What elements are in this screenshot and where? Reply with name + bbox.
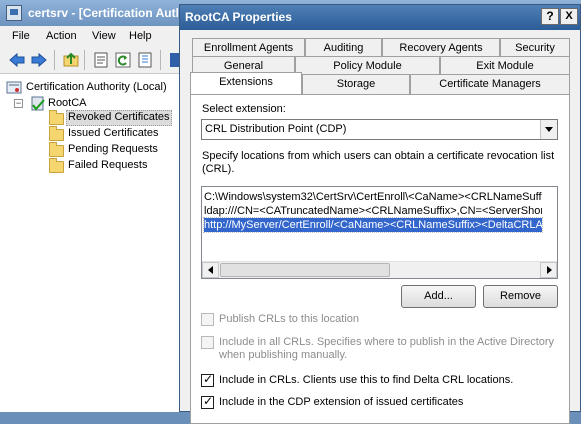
- publish-crls-label: Publish CRLs to this location: [219, 313, 360, 325]
- tab-extensions[interactable]: Extensions: [190, 72, 302, 94]
- forward-arrow-icon[interactable]: [30, 51, 48, 69]
- tab-enrollment-agents[interactable]: Enrollment Agents: [192, 38, 305, 58]
- tree-node-issued-certificates[interactable]: Issued Certificates: [48, 126, 178, 142]
- dialog-title-bar[interactable]: RootCA Properties ? X: [180, 5, 580, 30]
- include-all-crls-label: Include in all CRLs. Specifies where to …: [219, 336, 555, 348]
- list-item-selected[interactable]: http://MyServer/CertEnroll/<CaName><CRLN…: [203, 217, 543, 233]
- scroll-left-icon[interactable]: [202, 262, 219, 278]
- console-tree: Certification Authority (Local) − RootCA…: [0, 75, 185, 412]
- dialog-title: RootCA Properties: [185, 10, 292, 24]
- list-item[interactable]: C:\Windows\system32\CertSrv\CertEnroll\<…: [204, 190, 542, 204]
- description-line-1: Specify locations from which users can o…: [202, 150, 555, 162]
- tab-certificate-managers[interactable]: Certificate Managers: [410, 74, 570, 94]
- export-list-icon[interactable]: [136, 51, 154, 69]
- description-line-2: (CRL).: [202, 163, 235, 175]
- add-button[interactable]: Add...: [401, 285, 476, 308]
- folder-icon: [49, 158, 64, 173]
- include-all-crls-label-2: when publishing manually.: [219, 349, 348, 361]
- tab-auditing[interactable]: Auditing: [305, 38, 382, 58]
- tree-label: Certification Authority (Local): [26, 81, 167, 93]
- properties-icon[interactable]: [92, 51, 110, 69]
- tab-policy-module[interactable]: Policy Module: [295, 56, 440, 76]
- back-arrow-icon[interactable]: [8, 51, 26, 69]
- menu-action[interactable]: Action: [46, 30, 77, 42]
- tree-label: RootCA: [48, 97, 87, 109]
- scroll-right-icon[interactable]: [540, 262, 557, 278]
- folder-icon: [49, 126, 64, 141]
- ca-server-icon: [30, 96, 46, 111]
- chevron-down-icon[interactable]: [540, 120, 557, 139]
- toolbar-separator: [84, 50, 85, 70]
- extension-select[interactable]: CRL Distribution Point (CDP): [201, 119, 558, 140]
- tab-exit-module[interactable]: Exit Module: [440, 56, 570, 76]
- close-button[interactable]: X: [560, 8, 578, 25]
- tree-node-failed-requests[interactable]: Failed Requests: [48, 158, 178, 174]
- menu-help[interactable]: Help: [129, 30, 152, 42]
- collapse-toggle[interactable]: −: [14, 99, 23, 108]
- scrollbar-thumb[interactable]: [220, 263, 390, 277]
- mmc-title-text: certsrv - [Certification Authority (Loca…: [28, 6, 178, 20]
- tree-label: Issued Certificates: [68, 127, 159, 139]
- include-all-crls-checkbox[interactable]: [201, 336, 214, 349]
- tree-label: Failed Requests: [68, 159, 148, 171]
- help-button[interactable]: ?: [541, 8, 559, 25]
- menu-view[interactable]: View: [92, 30, 116, 42]
- horizontal-scrollbar[interactable]: [202, 261, 557, 278]
- tree-node-certification-authority[interactable]: Certification Authority (Local): [6, 80, 186, 96]
- toolbar-separator: [54, 50, 55, 70]
- tab-recovery-agents[interactable]: Recovery Agents: [382, 38, 500, 58]
- tree-node-revoked-certificates[interactable]: Revoked Certificates: [48, 110, 178, 126]
- location-list[interactable]: C:\Windows\system32\CertSrv\CertEnroll\<…: [201, 186, 558, 279]
- remove-button[interactable]: Remove: [483, 285, 558, 308]
- toolbar-separator: [160, 50, 161, 70]
- tree-node-pending-requests[interactable]: Pending Requests: [48, 142, 178, 158]
- up-folder-icon[interactable]: [62, 51, 80, 69]
- include-in-crls-checkbox[interactable]: [201, 372, 214, 387]
- tree-label: Pending Requests: [68, 143, 158, 155]
- folder-icon: [49, 110, 64, 125]
- menu-file[interactable]: File: [12, 30, 30, 42]
- tab-security[interactable]: Security: [500, 38, 570, 58]
- select-extension-label: Select extension:: [202, 103, 286, 115]
- include-cdp-extension-checkbox[interactable]: [201, 394, 214, 409]
- tree-label: Revoked Certificates: [68, 111, 170, 123]
- list-item[interactable]: ldap:///CN=<CATruncatedName><CRLNameSuff…: [204, 204, 542, 218]
- certificate-authority-icon: [6, 80, 22, 95]
- include-cdp-extension-label: Include in the CDP extension of issued c…: [219, 396, 464, 408]
- include-in-crls-label: Include in CRLs. Clients use this to fin…: [219, 374, 514, 386]
- refresh-icon[interactable]: [114, 51, 132, 69]
- mmc-app-icon: [6, 5, 22, 21]
- tab-storage[interactable]: Storage: [302, 74, 410, 94]
- folder-icon: [49, 142, 64, 157]
- extension-select-value: CRL Distribution Point (CDP): [205, 123, 347, 135]
- publish-crls-checkbox[interactable]: [201, 313, 214, 326]
